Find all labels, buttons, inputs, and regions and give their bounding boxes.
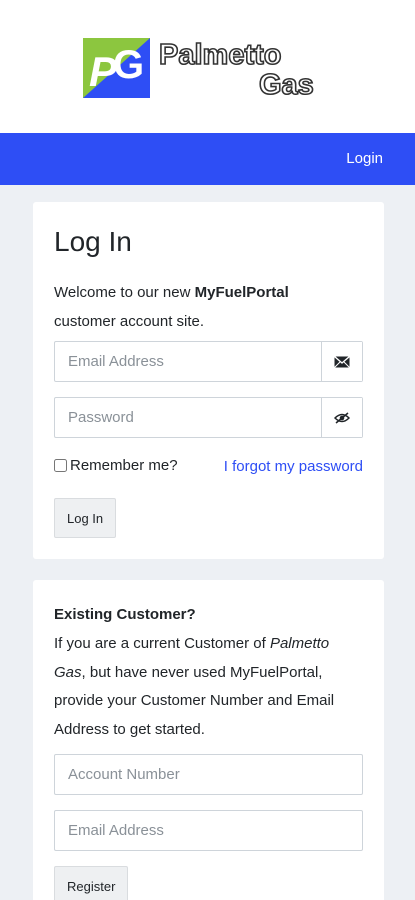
register-instructions: If you are a current Customer of Palmett…	[54, 635, 335, 738]
email-field-group	[54, 341, 363, 382]
welcome-text: Welcome to our new MyFuelPortal customer…	[54, 284, 289, 330]
password-input[interactable]	[55, 398, 322, 437]
envelope-icon	[321, 342, 362, 381]
account-number-field	[54, 754, 363, 795]
remember-me-checkbox[interactable]	[54, 459, 67, 472]
password-field-group	[54, 397, 363, 438]
forgot-password-link[interactable]: I forgot my password	[224, 458, 363, 475]
pg-logo-mark: P G	[83, 38, 150, 98]
svg-text:Gas: Gas	[259, 69, 314, 100]
login-button[interactable]: Log In	[54, 498, 117, 538]
palmetto-gas-logo[interactable]: P G Palmetto Gas	[83, 38, 335, 100]
top-navbar: Login	[0, 133, 415, 185]
svg-text:Palmetto: Palmetto	[159, 39, 281, 71]
remember-me-label: Remember me?	[70, 457, 178, 474]
page-title: Log In	[54, 226, 132, 257]
register-email-input[interactable]	[55, 811, 362, 850]
nav-login-link[interactable]: Login	[346, 150, 383, 167]
header: P G Palmetto Gas	[0, 0, 415, 133]
register-card: Existing Customer? If you are a current …	[33, 580, 384, 900]
login-card: Log In Welcome to our new MyFuelPortal c…	[33, 202, 384, 559]
register-email-field	[54, 810, 363, 851]
existing-customer-heading: Existing Customer?	[54, 606, 196, 623]
remember-me: Remember me?	[54, 457, 178, 474]
svg-text:G: G	[113, 43, 144, 87]
account-number-input[interactable]	[55, 755, 362, 794]
eye-slash-icon[interactable]	[321, 398, 362, 437]
email-input[interactable]	[55, 342, 322, 381]
portal-name: MyFuelPortal	[194, 284, 289, 301]
register-button[interactable]: Register	[54, 866, 129, 900]
logo-wordmark: Palmetto Gas	[159, 38, 315, 100]
